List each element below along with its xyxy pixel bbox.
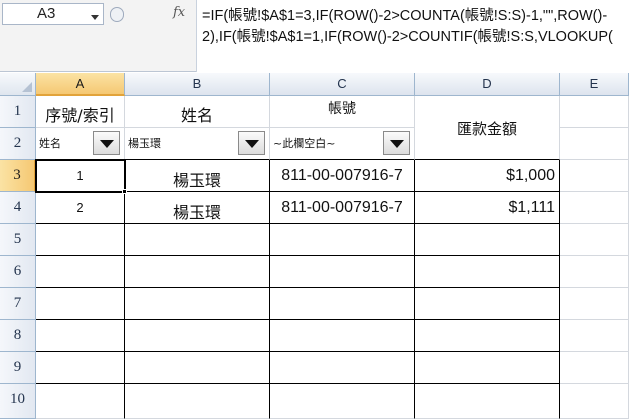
dropdown-button[interactable]: [383, 131, 410, 155]
cell-b5[interactable]: [125, 224, 270, 256]
formula-line-1: =IF(帳號!$A$1=3,IF(ROW()-2>COUNTA(帳號!S:S)-…: [202, 8, 608, 24]
cell-e2[interactable]: [560, 128, 629, 160]
formula-input[interactable]: =IF(帳號!$A$1=3,IF(ROW()-2>COUNTA(帳號!S:S)-…: [196, 0, 629, 72]
cell-a10[interactable]: [36, 384, 125, 419]
cell-d1-merged[interactable]: 匯款金額: [415, 96, 560, 160]
cell-b6[interactable]: [125, 256, 270, 288]
cell-c5[interactable]: [270, 224, 415, 256]
cell-a5[interactable]: [36, 224, 125, 256]
header-amount: 匯款金額: [456, 120, 517, 138]
dropdown-value: ~此欄空白~: [273, 137, 336, 150]
cell-d3[interactable]: $1,000: [415, 160, 560, 192]
row-header-3[interactable]: 3: [0, 160, 36, 192]
formula-line-2: 2),IF(帳號!$A$1=1,IF(ROW()-2>COUNTIF(帳號!S:…: [202, 29, 613, 45]
cell-c9[interactable]: [270, 352, 415, 384]
amount-value: $1,111: [508, 199, 555, 216]
cell-e4[interactable]: [560, 192, 629, 224]
column-header-a[interactable]: A: [36, 73, 125, 96]
row-header-10[interactable]: 10: [0, 384, 36, 419]
worksheet-grid: A B C D E 1 2 3 4 5 6 7 8 9 10 序號/索引 姓名 …: [0, 73, 629, 419]
cell-e7[interactable]: [560, 288, 629, 320]
column-header-d[interactable]: D: [415, 73, 560, 96]
column-header-e[interactable]: E: [560, 73, 629, 96]
row-header-7[interactable]: 7: [0, 288, 36, 320]
column-header-c[interactable]: C: [270, 73, 415, 96]
account-value: 811-00-007916-7: [281, 167, 403, 184]
name-value: 楊玉環: [172, 205, 221, 222]
cell-d10[interactable]: [415, 384, 560, 419]
dropdown-arrow-icon: [245, 140, 259, 148]
cell-c6[interactable]: [270, 256, 415, 288]
seq-value: 2: [76, 200, 84, 215]
cell-b9[interactable]: [125, 352, 270, 384]
cell-c10[interactable]: [270, 384, 415, 419]
cell-a2-dropdown[interactable]: 姓名: [36, 128, 125, 160]
cell-b2-dropdown[interactable]: 楊玉環: [125, 128, 270, 160]
cell-d8[interactable]: [415, 320, 560, 352]
cell-c2-dropdown[interactable]: ~此欄空白~: [270, 128, 415, 160]
dropdown-button[interactable]: [93, 131, 120, 155]
name-value: 楊玉環: [172, 173, 221, 190]
cell-d7[interactable]: [415, 288, 560, 320]
cell-e8[interactable]: [560, 320, 629, 352]
cell-b7[interactable]: [125, 288, 270, 320]
seq-value: 1: [76, 168, 84, 183]
cell-c4[interactable]: 811-00-007916-7: [270, 192, 415, 224]
row-header-6[interactable]: 6: [0, 256, 36, 288]
cell-b8[interactable]: [125, 320, 270, 352]
row-header-5[interactable]: 5: [0, 224, 36, 256]
row-header-1[interactable]: 1: [0, 96, 36, 128]
dropdown-button[interactable]: [238, 131, 265, 155]
cell-e1[interactable]: [560, 96, 629, 128]
formula-bar: A3 fx =IF(帳號!$A$1=3,IF(ROW()-2>COUNTA(帳號…: [0, 0, 629, 72]
row-header-4[interactable]: 4: [0, 192, 36, 224]
cell-c3[interactable]: 811-00-007916-7: [270, 160, 415, 192]
cell-c1[interactable]: 帳號: [270, 96, 415, 128]
select-all-button[interactable]: [0, 73, 36, 96]
fill-handle[interactable]: [122, 189, 127, 194]
cell-d6[interactable]: [415, 256, 560, 288]
cell-e10[interactable]: [560, 384, 629, 419]
cell-a7[interactable]: [36, 288, 125, 320]
row-header-2[interactable]: 2: [0, 128, 36, 160]
header-account: 帳號: [328, 101, 356, 117]
dropdown-value: 姓名: [39, 137, 61, 150]
name-box-value: A3: [37, 5, 56, 22]
cell-b4[interactable]: 楊玉環: [125, 192, 270, 224]
cell-a1[interactable]: 序號/索引: [36, 96, 125, 128]
dropdown-value: 楊玉環: [128, 137, 161, 150]
cell-b1[interactable]: 姓名: [125, 96, 270, 128]
cell-b10[interactable]: [125, 384, 270, 419]
cell-e6[interactable]: [560, 256, 629, 288]
excel-window: A3 fx =IF(帳號!$A$1=3,IF(ROW()-2>COUNTA(帳號…: [0, 0, 629, 419]
cell-d9[interactable]: [415, 352, 560, 384]
cell-c7[interactable]: [270, 288, 415, 320]
cell-d5[interactable]: [415, 224, 560, 256]
cell-a4[interactable]: 2: [36, 192, 125, 224]
row-header-9[interactable]: 9: [0, 352, 36, 384]
column-header-b[interactable]: B: [125, 73, 270, 96]
cell-a6[interactable]: [36, 256, 125, 288]
dropdown-arrow-icon: [100, 140, 114, 148]
cell-a3[interactable]: 1: [36, 160, 125, 192]
cell-c8[interactable]: [270, 320, 415, 352]
insert-function-icon[interactable]: fx: [173, 5, 185, 20]
cell-d4[interactable]: $1,111: [415, 192, 560, 224]
resize-handle-icon[interactable]: [110, 7, 124, 22]
cell-a9[interactable]: [36, 352, 125, 384]
dropdown-arrow-icon: [390, 140, 404, 148]
header-seq-index: 序號/索引: [45, 106, 115, 125]
account-value: 811-00-007916-7: [281, 199, 403, 216]
name-box[interactable]: A3: [2, 3, 104, 25]
cell-a8[interactable]: [36, 320, 125, 352]
cell-e5[interactable]: [560, 224, 629, 256]
row-header-8[interactable]: 8: [0, 320, 36, 352]
cell-e9[interactable]: [560, 352, 629, 384]
cell-b3[interactable]: 楊玉環: [125, 160, 270, 192]
cell-e3[interactable]: [560, 160, 629, 192]
select-all-icon: [22, 82, 32, 92]
chevron-down-icon[interactable]: [91, 15, 99, 20]
amount-value: $1,000: [506, 167, 555, 184]
header-name: 姓名: [180, 106, 213, 125]
